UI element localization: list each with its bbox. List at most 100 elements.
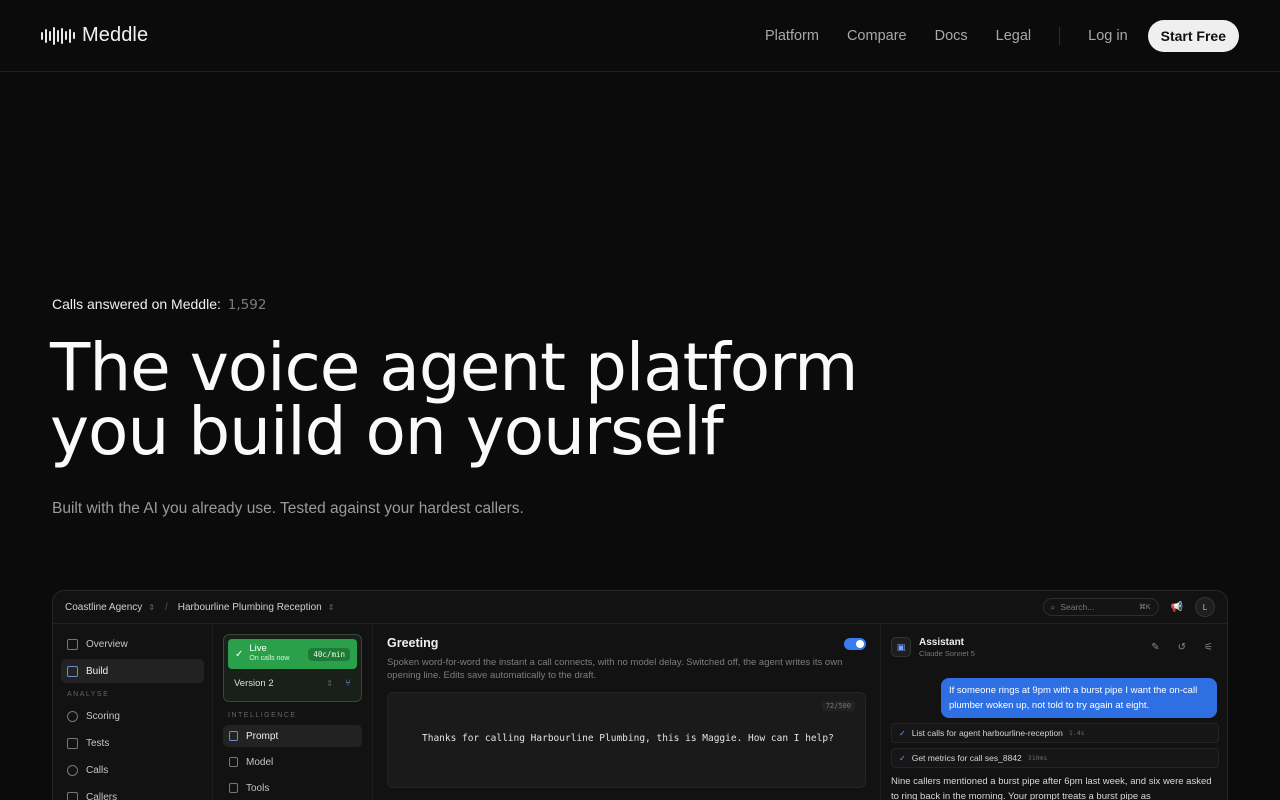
sidebar-item-label: Scoring: [86, 710, 120, 722]
check-icon: ✓: [235, 648, 244, 660]
contact-icon: [67, 791, 78, 800]
live-label: Live: [249, 643, 267, 654]
greeting-title: Greeting: [387, 636, 439, 650]
greeting-description: Spoken word-for-word the instant a call …: [387, 657, 843, 681]
hero-title-line-1: The voice agent platform: [50, 329, 858, 406]
greeting-editor[interactable]: 72/500 Thanks for calling Harbourline Pl…: [387, 692, 866, 788]
sidebar-item-build[interactable]: Build: [61, 659, 204, 683]
tool-call-label: Get metrics for call ses_8842: [911, 753, 1022, 763]
nav-link-compare[interactable]: Compare: [847, 28, 907, 44]
edit-icon[interactable]: ✎: [1151, 642, 1159, 653]
login-link[interactable]: Log in: [1088, 28, 1128, 44]
main-sidebar: Overview Build ANALYSE Scoring Tests Cal…: [53, 624, 213, 800]
nav-item-tools[interactable]: Tools: [223, 777, 362, 799]
nav-item-prompt[interactable]: Prompt: [223, 725, 362, 747]
gauge-icon: [67, 710, 78, 722]
tool-call-time: 1.4s: [1068, 729, 1085, 737]
sidebar-item-label: Callers: [86, 791, 118, 800]
phone-icon: [67, 764, 78, 776]
announcement-icon[interactable]: 📢: [1171, 602, 1183, 613]
tool-call-label: List calls for agent harbourline-recepti…: [911, 728, 1063, 738]
sidebar-item-tests[interactable]: Tests: [61, 731, 204, 755]
calls-answered-count: 1,592: [227, 297, 267, 313]
hero-title: The voice agent platform you build on yo…: [50, 329, 858, 470]
nav-item-label: Model: [246, 756, 274, 768]
assistant-model: Claude Sonnet 5: [919, 648, 975, 658]
sidebar-item-scoring[interactable]: Scoring: [61, 704, 204, 728]
user-message: If someone rings at 9pm with a burst pip…: [941, 678, 1217, 718]
brand-name: Meddle: [82, 24, 149, 46]
sidebar-item-callers[interactable]: Callers: [61, 785, 204, 800]
greeting-toggle[interactable]: [844, 638, 866, 650]
assistant-name: Assistant: [919, 636, 965, 648]
chevron-updown-icon: ⇕: [148, 602, 155, 612]
chevron-updown-icon: ⇕: [326, 678, 333, 688]
nav-link-docs[interactable]: Docs: [935, 28, 968, 44]
chevron-updown-icon: ⇕: [327, 602, 335, 612]
nav-item-model[interactable]: Model: [223, 751, 362, 773]
live-status[interactable]: ✓ Live On calls now 40c/min: [228, 639, 357, 669]
nav-divider: [1059, 26, 1061, 45]
search-shortcut: ⌘K: [1138, 604, 1151, 611]
nav-links: Platform Compare Docs Legal Log in Start…: [737, 19, 1239, 52]
breadcrumb-agent-label: Harbourline Plumbing Reception: [177, 601, 322, 613]
assistant-panel: ▣ Assistant Claude Sonnet 5 ✎ ↺ ⚟ If som…: [881, 624, 1227, 800]
check-icon: ✓: [899, 753, 906, 763]
char-count: 72/500: [821, 701, 855, 711]
wrench-icon: [229, 783, 238, 793]
waveform-icon: [41, 26, 75, 46]
sidebar-section-analyse: ANALYSE: [67, 691, 110, 698]
topbar-actions: ⌕ Search... ⌘K 📢 L: [1042, 597, 1215, 617]
calls-answered-counter: Calls answered on Meddle: 1,592: [52, 296, 266, 313]
branch-icon[interactable]: ⑂: [345, 678, 351, 689]
search-icon: ⌕: [1050, 601, 1056, 612]
tool-call-row[interactable]: ✓ Get metrics for call ses_8842 310ms: [891, 748, 1219, 768]
app-preview: Coastline Agency ⇕ / Harbourline Plumbin…: [52, 590, 1228, 800]
start-free-button[interactable]: Start Free: [1147, 19, 1239, 52]
brand-logo[interactable]: Meddle: [41, 24, 148, 47]
breadcrumb-agent[interactable]: Harbourline Plumbing Reception ⇕: [178, 602, 335, 613]
nav-item-label: Prompt: [246, 730, 279, 742]
live-sublabel: On calls now: [249, 655, 290, 662]
assistant-reply: Nine callers mentioned a burst pipe afte…: [891, 776, 1212, 800]
rate-badge: 40c/min: [308, 647, 350, 661]
greeting-panel: Greeting Spoken word-for-word the instan…: [373, 624, 881, 800]
grid-icon: [67, 638, 78, 650]
tool-call-row[interactable]: ✓ List calls for agent harbourline-recep…: [891, 723, 1219, 743]
agent-sidebar: ✓ Live On calls now 40c/min Version 2 ⇕ …: [213, 624, 373, 800]
section-intelligence: INTELLIGENCE: [228, 712, 297, 719]
history-icon[interactable]: ↺: [1178, 642, 1186, 653]
flask-icon: [67, 737, 78, 749]
nav-link-legal[interactable]: Legal: [996, 28, 1031, 44]
assistant-header: ▣ Assistant Claude Sonnet 5 ✎ ↺ ⚟: [891, 632, 1219, 662]
sidebar-item-overview[interactable]: Overview: [61, 632, 204, 656]
search-placeholder: Search...: [1060, 602, 1095, 612]
nav-link-platform[interactable]: Platform: [765, 28, 819, 44]
deploy-status-card: ✓ Live On calls now 40c/min Version 2 ⇕ …: [223, 634, 362, 702]
document-icon: [229, 731, 238, 741]
sidebar-item-label: Build: [86, 665, 109, 677]
check-icon: ✓: [899, 728, 906, 738]
bot-icon: ▣: [891, 637, 911, 657]
tool-call-time: 310ms: [1027, 754, 1048, 762]
version-label: Version 2: [234, 677, 274, 689]
nav-item-label: Tools: [246, 782, 270, 794]
breadcrumb-separator: /: [164, 601, 168, 613]
calls-answered-label: Calls answered on Meddle:: [52, 296, 221, 312]
breadcrumb-agency[interactable]: Coastline Agency ⇕: [65, 602, 155, 613]
breadcrumb-agency-label: Coastline Agency: [65, 601, 143, 613]
avatar[interactable]: L: [1195, 597, 1215, 617]
assistant-actions: ✎ ↺ ⚟: [1151, 642, 1219, 653]
sidebar-item-label: Overview: [86, 638, 128, 650]
greeting-text: Thanks for calling Harbourline Plumbing,…: [422, 733, 834, 744]
sparkle-icon: [229, 757, 238, 767]
assistant-title: Assistant Claude Sonnet 5: [919, 637, 975, 658]
sidebar-item-calls[interactable]: Calls: [61, 758, 204, 782]
live-status-text: Live On calls now: [249, 644, 289, 664]
wand-icon: [67, 665, 78, 677]
top-nav: Meddle Platform Compare Docs Legal Log i…: [0, 0, 1280, 72]
hero-title-line-2: you build on yourself: [50, 393, 724, 470]
search-input[interactable]: ⌕ Search... ⌘K: [1042, 598, 1159, 616]
version-selector[interactable]: Version 2 ⇕ ⑂: [228, 669, 357, 697]
settings-sliders-icon[interactable]: ⚟: [1204, 642, 1213, 653]
